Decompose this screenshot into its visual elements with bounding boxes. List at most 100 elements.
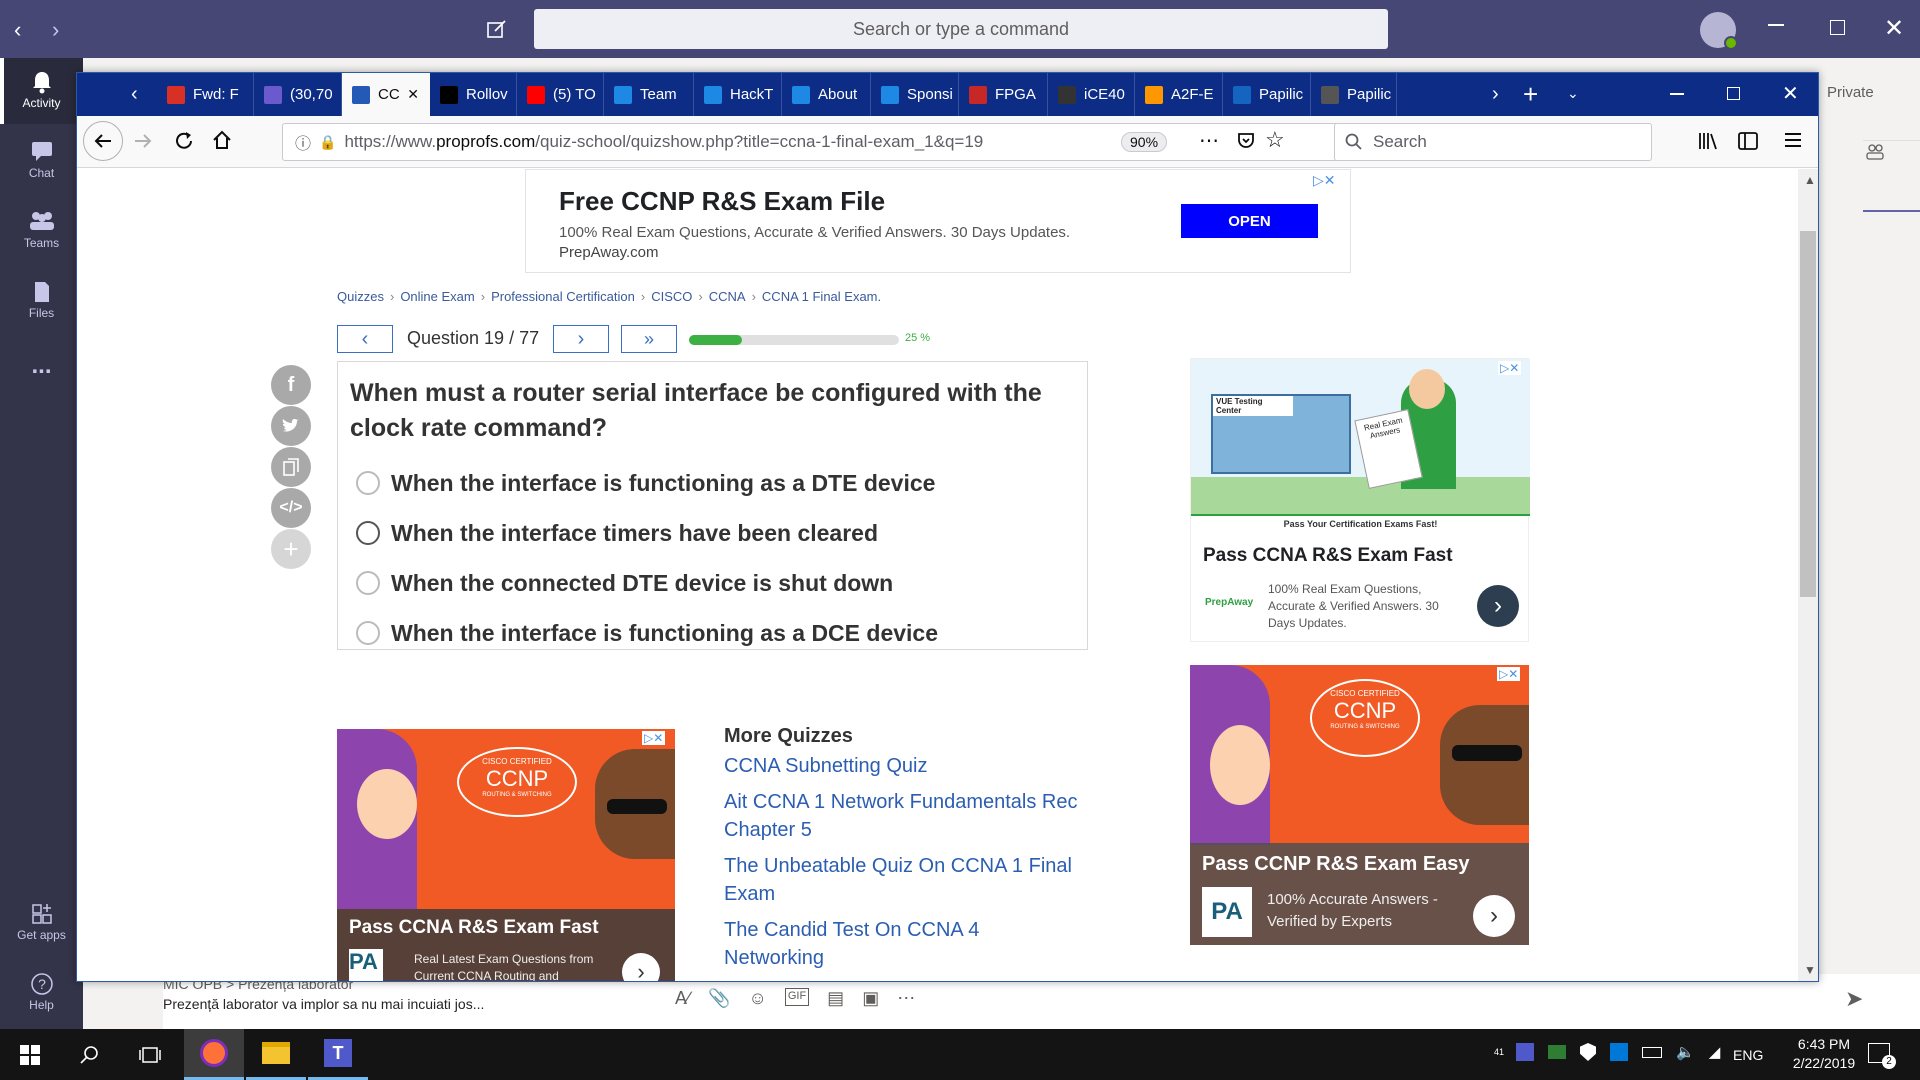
top-ad[interactable]: Free CCNP R&S Exam File 100% Real Exam Q… <box>525 169 1351 273</box>
taskbar-firefox[interactable] <box>184 1029 244 1080</box>
page-actions-icon[interactable]: ⋯ <box>1199 128 1219 153</box>
breadcrumb-link[interactable]: CCNA 1 Final Exam. <box>762 289 881 304</box>
home-icon[interactable] <box>211 129 233 151</box>
page-scrollbar[interactable]: ▲ ▼ <box>1798 169 1818 981</box>
taskbar-file-explorer[interactable] <box>246 1029 306 1080</box>
browser-tab[interactable]: Papilic <box>1311 73 1397 116</box>
ad-arrow-button[interactable]: › <box>622 953 660 981</box>
compose-icon[interactable] <box>486 18 508 40</box>
ad-arrow-button[interactable]: › <box>1477 585 1519 627</box>
browser-tab[interactable]: CC ✕ <box>342 73 430 116</box>
avatar[interactable] <box>1700 12 1738 50</box>
library-icon[interactable] <box>1697 130 1719 152</box>
volume-icon[interactable]: 🔈 <box>1676 1043 1695 1061</box>
breadcrumb-link[interactable]: Quizzes <box>337 289 384 304</box>
ad-open-button[interactable]: OPEN <box>1181 204 1318 238</box>
back-arrow-icon[interactable]: ‹ <box>14 17 21 43</box>
rail-item-activity[interactable]: Activity <box>0 58 83 124</box>
side-ad-1[interactable]: VUE Testing Center Real Exam Answers Pas… <box>1190 358 1530 642</box>
shield-icon[interactable] <box>1580 1043 1596 1061</box>
gif-icon[interactable]: GIF <box>784 988 810 1006</box>
answer-option[interactable]: When the interface is functioning as a D… <box>356 608 938 658</box>
rail-item-chat[interactable]: Chat <box>0 128 83 194</box>
clock[interactable]: 6:43 PM 2/22/2019 <box>1782 1035 1866 1073</box>
back-button[interactable] <box>83 121 123 161</box>
reload-icon[interactable] <box>173 130 195 152</box>
rail-item-files[interactable]: Files <box>0 268 83 334</box>
radio-button[interactable] <box>356 621 380 645</box>
browser-tab[interactable]: Team <box>604 73 694 116</box>
radio-button[interactable] <box>356 571 380 595</box>
embed-button[interactable]: </> <box>271 488 311 528</box>
minimize-icon[interactable] <box>1768 24 1784 26</box>
browser-tab[interactable]: FPGA <box>959 73 1048 116</box>
search-button[interactable] <box>60 1029 120 1080</box>
task-view-button[interactable] <box>120 1029 180 1080</box>
tray-app-icon[interactable] <box>1548 1045 1566 1059</box>
twitter-share-button[interactable] <box>271 406 311 446</box>
radio-button[interactable] <box>356 521 380 545</box>
tray-app-icon[interactable] <box>1610 1043 1628 1061</box>
zoom-indicator[interactable]: 90% <box>1121 132 1168 152</box>
browser-tab[interactable]: A2F-E <box>1135 73 1223 116</box>
sticker-icon[interactable]: ▤ <box>827 988 844 1009</box>
sidebar-icon[interactable] <box>1737 130 1759 152</box>
attach-icon[interactable]: 📎 <box>708 988 730 1009</box>
forward-arrow-icon[interactable]: › <box>52 17 59 43</box>
ff-minimize-icon[interactable] <box>1670 93 1684 95</box>
browser-tab[interactable]: About <box>782 73 871 116</box>
new-tab-icon[interactable]: + <box>1523 79 1538 110</box>
breadcrumb-link[interactable]: Online Exam <box>400 289 474 304</box>
rail-item-help[interactable]: ? Help <box>0 960 83 1026</box>
radio-button[interactable] <box>356 471 380 495</box>
browser-tab[interactable]: Papilic <box>1223 73 1311 116</box>
rail-item-teams[interactable]: Teams <box>0 198 83 264</box>
quiz-link[interactable]: The Unbeatable Quiz On CCNA 1 Final Exam <box>724 852 1084 908</box>
breadcrumb-link[interactable]: Professional Certification <box>491 289 635 304</box>
adchoices-icon[interactable]: ▷✕ <box>1313 172 1336 189</box>
people-icon[interactable] <box>1865 142 1885 162</box>
browser-tab[interactable]: HackT <box>694 73 782 116</box>
quiz-link[interactable]: The Candid Test On CCNA 4 Networking <box>724 916 1084 972</box>
browser-tab[interactable]: (5) TO <box>517 73 604 116</box>
adchoices-icon[interactable]: ▷✕ <box>642 729 666 747</box>
breadcrumb-link[interactable]: CISCO <box>651 289 692 304</box>
ad-arrow-button[interactable]: › <box>1473 895 1515 937</box>
format-icon[interactable]: A∕ <box>675 988 690 1009</box>
ff-close-icon[interactable]: ✕ <box>1782 81 1799 106</box>
side-ad-2[interactable]: CISCO CERTIFIED CCNP ROUTING & SWITCHING… <box>1190 665 1529 945</box>
pocket-icon[interactable] <box>1236 130 1256 150</box>
wifi-icon[interactable]: ◢ <box>1709 1043 1721 1061</box>
next-question-button[interactable]: › <box>553 325 609 353</box>
breadcrumb-link[interactable]: CCNA <box>709 289 746 304</box>
forward-button[interactable] <box>133 132 153 150</box>
meet-icon[interactable]: ▣ <box>862 988 879 1009</box>
teams-tray-icon[interactable] <box>1516 1043 1534 1061</box>
search-bar[interactable]: Search <box>1334 123 1652 161</box>
list-tabs-icon[interactable]: ⌄ <box>1567 85 1579 102</box>
tab-scroll-left-icon[interactable]: ‹ <box>131 83 138 106</box>
start-button[interactable] <box>0 1029 60 1080</box>
rail-item-get-apps[interactable]: Get apps <box>0 890 83 956</box>
language-indicator[interactable]: ENG <box>1733 1047 1763 1063</box>
bottom-left-ad[interactable]: CISCO CERTIFIED CCNP ROUTING & SWITCHING… <box>337 729 675 981</box>
browser-tab[interactable]: Rollov <box>430 73 517 116</box>
more-share-button[interactable]: + <box>271 529 311 569</box>
tab-scroll-right-icon[interactable]: › <box>1492 83 1499 106</box>
scrollbar-thumb[interactable] <box>1800 231 1816 597</box>
browser-tab[interactable]: iCE40 <box>1048 73 1135 116</box>
adchoices-icon[interactable]: ▷✕ <box>1498 359 1522 377</box>
last-question-button[interactable]: » <box>621 325 677 353</box>
tab-close-icon[interactable]: ✕ <box>407 86 419 103</box>
prev-question-button[interactable]: ‹ <box>337 325 393 353</box>
send-icon[interactable]: ➤ <box>1845 986 1863 1012</box>
browser-tab[interactable]: Sponsi <box>871 73 959 116</box>
more-options-icon[interactable]: ⋯ <box>897 988 915 1009</box>
quiz-link[interactable]: CCNA Subnetting Quiz <box>724 752 1084 780</box>
menu-icon[interactable] <box>1783 130 1803 150</box>
scroll-up-icon[interactable]: ▲ <box>1804 173 1816 187</box>
command-search-box[interactable]: Search or type a command <box>534 9 1388 49</box>
answer-option[interactable]: When the interface timers have been clea… <box>356 508 938 558</box>
ff-maximize-icon[interactable] <box>1727 87 1740 100</box>
copy-button[interactable] <box>271 447 311 487</box>
